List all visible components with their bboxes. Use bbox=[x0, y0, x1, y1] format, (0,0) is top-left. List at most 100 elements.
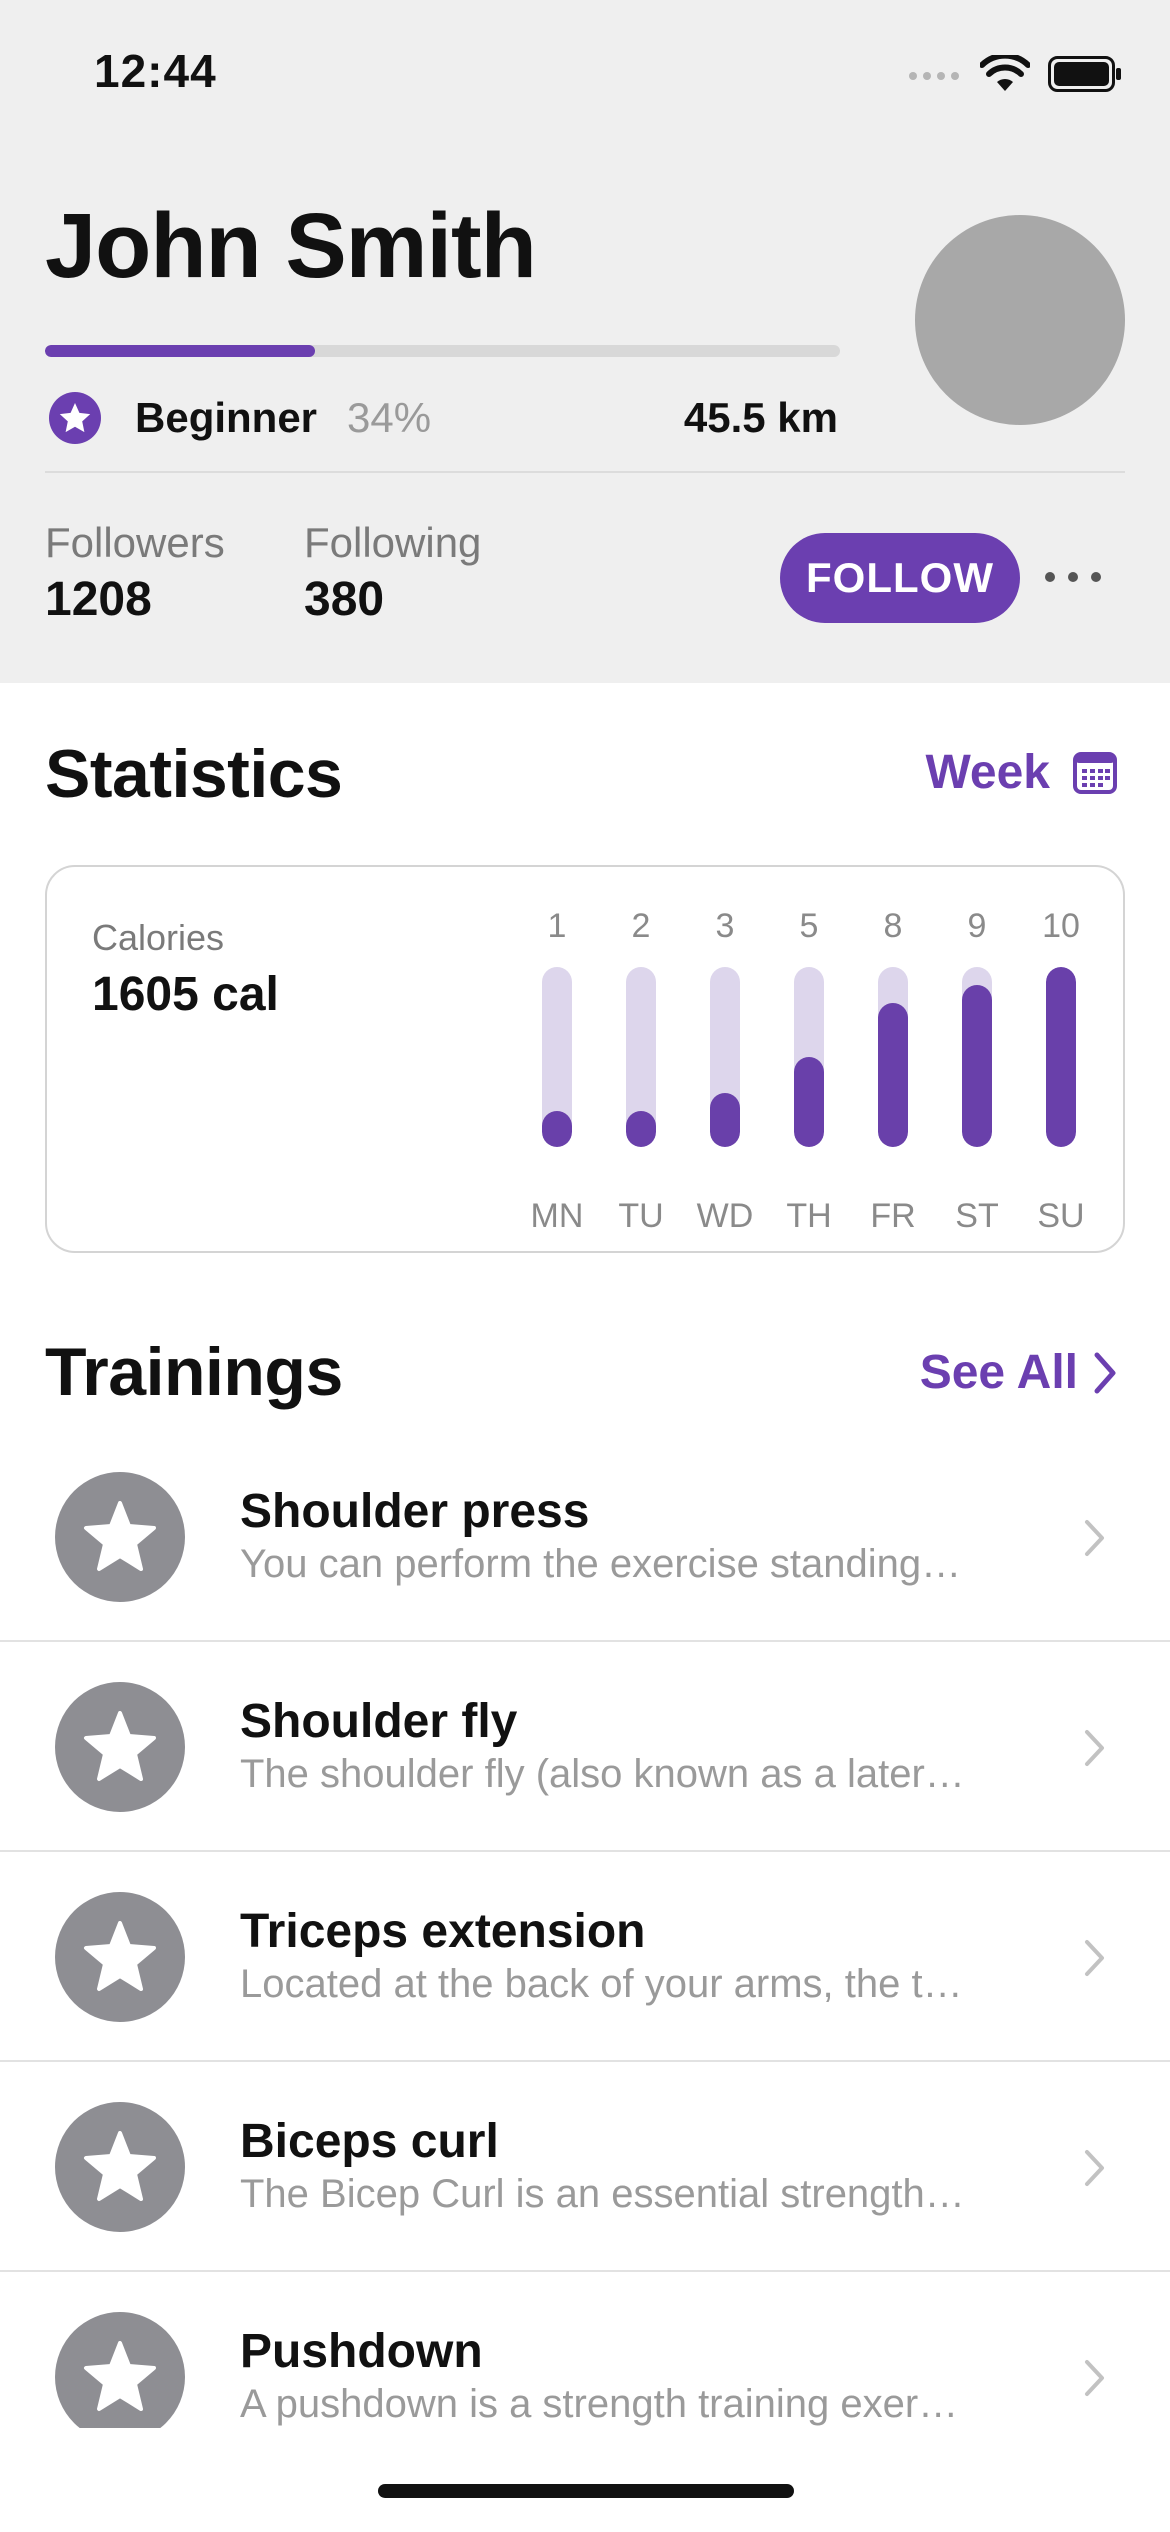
training-item[interactable]: Biceps curl The Bicep Curl is an essentia… bbox=[0, 2062, 1170, 2272]
bar bbox=[626, 1111, 656, 1147]
divider bbox=[45, 471, 1125, 473]
following-count: 380 bbox=[304, 573, 385, 627]
star-icon bbox=[84, 1921, 156, 1991]
training-description: The Bicep Curl is an essential strength… bbox=[240, 2172, 965, 2216]
follow-button[interactable]: FOLLOW bbox=[780, 533, 1020, 623]
weekly-bar-chart: 1 MN 2 TU 3 WD 5 TH 8 FR 9 ST 10 SU bbox=[515, 907, 1095, 1235]
training-title: Shoulder press bbox=[240, 1485, 590, 1538]
bar bbox=[962, 985, 992, 1147]
training-title: Pushdown bbox=[240, 2325, 483, 2378]
bar-track bbox=[710, 967, 740, 1147]
bar-column: 9 ST bbox=[935, 907, 1019, 1235]
following-stat[interactable]: Following 380 bbox=[304, 519, 482, 627]
status-icons bbox=[908, 54, 1122, 94]
training-icon bbox=[55, 1682, 185, 1812]
bar-track bbox=[878, 967, 908, 1147]
training-item[interactable]: Pushdown A pushdown is a strength trainin… bbox=[0, 2272, 1170, 2428]
bar-value-label: 1 bbox=[547, 907, 567, 945]
bar-category-label: TH bbox=[786, 1197, 832, 1235]
bar-value-label: 2 bbox=[631, 907, 651, 945]
bar-value-label: 3 bbox=[715, 907, 735, 945]
chevron-right-icon bbox=[1085, 2150, 1104, 2186]
training-list: Shoulder press You can perform the exerci… bbox=[0, 1432, 1170, 2428]
followers-count: 1208 bbox=[45, 573, 152, 627]
bar-track bbox=[542, 967, 572, 1147]
bar-column: 2 TU bbox=[599, 907, 683, 1235]
period-label: Week bbox=[925, 746, 1050, 799]
chevron-right-icon bbox=[1094, 1352, 1116, 1393]
bar-track bbox=[1046, 967, 1076, 1147]
cellular-signal-icon bbox=[909, 72, 959, 80]
status-time: 12:44 bbox=[94, 45, 217, 97]
training-icon bbox=[55, 1892, 185, 2022]
chevron-right-icon bbox=[1085, 1940, 1104, 1976]
calories-card: Calories 1605 cal 1 MN 2 TU 3 WD 5 TH 8 FR 9 ST 10 SU bbox=[45, 865, 1125, 1253]
wifi-icon bbox=[980, 55, 1030, 91]
training-description: You can perform the exercise standing… bbox=[240, 1542, 962, 1586]
followers-stat[interactable]: Followers 1208 bbox=[45, 519, 225, 627]
calories-value: 1605 cal bbox=[92, 968, 279, 1021]
bar-category-label: WD bbox=[696, 1197, 754, 1235]
bar-value-label: 5 bbox=[799, 907, 819, 945]
training-description: The shoulder fly (also known as a later… bbox=[240, 1752, 965, 1796]
home-indicator[interactable] bbox=[378, 2484, 794, 2498]
bar-category-label: ST bbox=[955, 1197, 999, 1235]
following-label: Following bbox=[304, 519, 482, 566]
bar-category-label: FR bbox=[870, 1197, 916, 1235]
level-progress-label: 34% bbox=[347, 394, 432, 441]
bar-category-label: MN bbox=[530, 1197, 584, 1235]
bar bbox=[542, 1111, 572, 1147]
see-all-link[interactable]: See All bbox=[920, 1345, 1118, 1400]
level-name: Beginner bbox=[135, 394, 318, 441]
calories-label: Calories bbox=[92, 917, 225, 958]
star-icon bbox=[84, 2341, 156, 2411]
bar bbox=[1046, 967, 1076, 1147]
total-distance: 45.5 km bbox=[683, 394, 838, 441]
bar-column: 10 SU bbox=[1019, 907, 1103, 1235]
bar-value-label: 10 bbox=[1042, 907, 1080, 945]
training-title: Biceps curl bbox=[240, 2115, 499, 2168]
bar bbox=[710, 1093, 740, 1147]
bar-column: 5 TH bbox=[767, 907, 851, 1235]
star-icon bbox=[84, 1711, 156, 1781]
bar bbox=[878, 1003, 908, 1147]
bar-value-label: 8 bbox=[883, 907, 903, 945]
training-icon bbox=[55, 2102, 185, 2232]
avatar[interactable] bbox=[915, 215, 1125, 425]
training-title: Shoulder fly bbox=[240, 1695, 518, 1748]
level-row: Beginner 34% 45.5 km bbox=[45, 388, 840, 448]
training-item[interactable]: Shoulder press You can perform the exerci… bbox=[0, 1432, 1170, 1642]
bar-column: 3 WD bbox=[683, 907, 767, 1235]
training-icon bbox=[55, 2312, 185, 2428]
bar bbox=[794, 1057, 824, 1147]
star-icon bbox=[84, 2131, 156, 2201]
more-dot bbox=[1068, 572, 1078, 582]
bar-track bbox=[626, 967, 656, 1147]
trainings-title: Trainings bbox=[45, 1334, 343, 1410]
training-description: Located at the back of your arms, the t… bbox=[240, 1962, 963, 2006]
bar-track bbox=[794, 967, 824, 1147]
training-description: A pushdown is a strength training exer… bbox=[240, 2382, 959, 2426]
training-item[interactable]: Triceps extension Located at the back of … bbox=[0, 1852, 1170, 2062]
profile-name: John Smith bbox=[45, 195, 537, 297]
training-icon bbox=[55, 1472, 185, 1602]
training-item[interactable]: Shoulder fly The shoulder fly (also known… bbox=[0, 1642, 1170, 1852]
calendar-icon bbox=[1073, 751, 1117, 794]
bar-column: 1 MN bbox=[515, 907, 599, 1235]
star-icon bbox=[49, 392, 101, 444]
level-progress-bar bbox=[45, 345, 840, 357]
star-icon bbox=[84, 1501, 156, 1571]
training-title: Triceps extension bbox=[240, 1905, 646, 1958]
bar-value-label: 9 bbox=[967, 907, 987, 945]
more-options-button[interactable] bbox=[1045, 555, 1101, 599]
statistics-title: Statistics bbox=[45, 736, 343, 812]
chevron-right-icon bbox=[1085, 1520, 1104, 1556]
followers-label: Followers bbox=[45, 519, 225, 566]
more-dot bbox=[1091, 572, 1101, 582]
see-all-label: See All bbox=[919, 1346, 1078, 1399]
bar-category-label: SU bbox=[1037, 1197, 1085, 1235]
period-selector[interactable]: Week bbox=[925, 745, 1118, 800]
bar-column: 8 FR bbox=[851, 907, 935, 1235]
chevron-right-icon bbox=[1085, 2360, 1104, 2396]
level-progress-fill bbox=[45, 345, 316, 357]
